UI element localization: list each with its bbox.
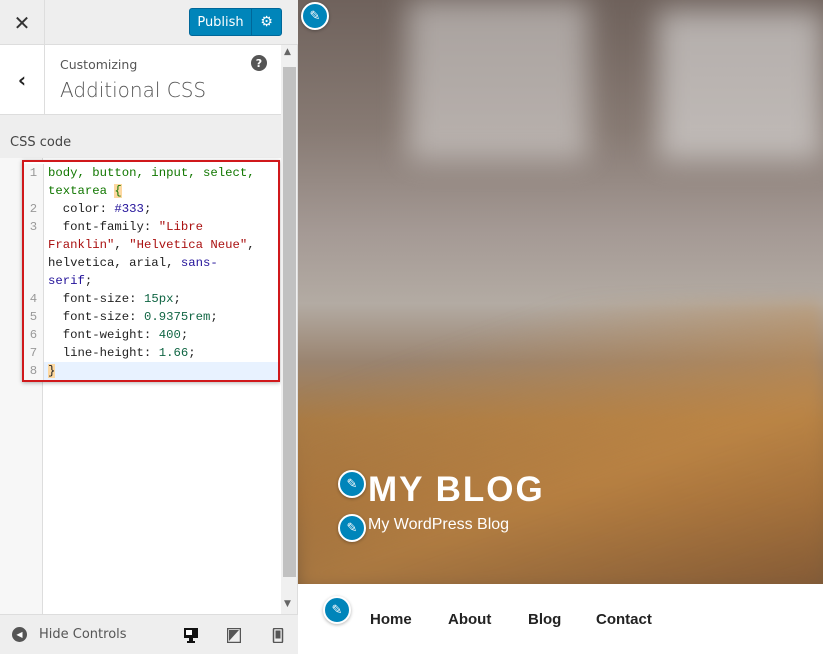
css-code-label: CSS code — [10, 135, 72, 150]
code-line-current: 8} — [24, 362, 278, 380]
chevron-left-icon: ‹ — [17, 68, 27, 92]
publish-group: Publish ⚙ — [189, 8, 282, 36]
line-number — [24, 182, 44, 200]
site-navigation: ✎ Home About Blog Contact — [298, 584, 823, 654]
edit-tagline-pencil-icon[interactable]: ✎ — [338, 514, 366, 542]
background-window-glow — [408, 0, 588, 160]
back-button[interactable]: ‹ — [0, 45, 45, 115]
nav-home[interactable]: Home — [370, 611, 412, 628]
customizer-footer: ◀ Hide Controls — [0, 614, 298, 654]
line-text: } — [48, 364, 56, 378]
scroll-down-icon[interactable]: ▼ — [284, 599, 291, 609]
nav-about[interactable]: About — [448, 611, 491, 628]
nav-contact[interactable]: Contact — [596, 611, 652, 628]
customizer-sidebar: ✕ Publish ⚙ ‹ Customizing Additional CSS… — [0, 0, 298, 654]
close-icon: ✕ — [13, 10, 31, 35]
line-text: font-weight: 400; — [48, 328, 189, 342]
line-number: 5 — [24, 308, 44, 326]
line-number — [24, 272, 44, 290]
line-number: 8 — [24, 362, 44, 380]
line-number: 1 — [24, 164, 44, 182]
code-line: 2 color: #333; — [24, 200, 278, 218]
line-text: textarea { — [48, 184, 122, 198]
desktop-preview-icon[interactable] — [184, 628, 198, 643]
publish-button[interactable]: Publish — [190, 9, 252, 35]
css-editor[interactable]: 1 body, button, input, select, textarea {… — [0, 158, 281, 614]
code-line: 7 line-height: 1.66; — [24, 344, 278, 362]
line-text: line-height: 1.66; — [48, 346, 196, 360]
edit-menu-pencil-icon[interactable]: ✎ — [323, 596, 351, 624]
line-number: 4 — [24, 290, 44, 308]
edit-shortcut-pencil-icon[interactable]: ✎ — [301, 2, 329, 30]
code-line: 1 body, button, input, select, — [24, 164, 278, 182]
close-button[interactable]: ✕ — [0, 0, 45, 45]
tablet-preview-icon[interactable] — [227, 628, 241, 643]
line-number: 2 — [24, 200, 44, 218]
code-line: 6 font-weight: 400; — [24, 326, 278, 344]
code-line: 4 font-size: 15px; — [24, 290, 278, 308]
scroll-up-icon[interactable]: ▲ — [284, 47, 291, 57]
sidebar-scrollbar[interactable]: ▲ ▼ — [281, 45, 297, 614]
line-number: 6 — [24, 326, 44, 344]
brace: { — [114, 184, 122, 198]
scrollbar-thumb[interactable] — [283, 67, 296, 577]
line-text: font-size: 0.9375rem; — [48, 310, 218, 324]
customizer-header: ✕ Publish ⚙ — [0, 0, 298, 45]
site-preview-header: ✎ ✎ MY BLOG ✎ My WordPress Blog — [298, 0, 823, 584]
site-title[interactable]: MY BLOG — [368, 470, 545, 510]
site-tagline: My WordPress Blog — [368, 516, 510, 533]
line-text: body, button, input, select, — [48, 166, 255, 180]
breadcrumb: Customizing — [60, 57, 138, 72]
mobile-preview-icon[interactable] — [271, 628, 285, 643]
section-title: Additional CSS — [60, 78, 207, 102]
line-number: 7 — [24, 344, 44, 362]
gear-icon: ⚙ — [260, 14, 273, 30]
line-number: 3 — [24, 218, 44, 236]
nav-blog[interactable]: Blog — [528, 611, 561, 628]
code-area[interactable]: 1 body, button, input, select, textarea {… — [22, 160, 280, 382]
code-line: 3 font-family: "Libre — [24, 218, 278, 236]
line-text: Franklin", "Helvetica Neue", — [48, 238, 255, 252]
code-line: 5 font-size: 0.9375rem; — [24, 308, 278, 326]
code-line: textarea { — [24, 182, 278, 200]
line-text: helvetica, arial, sans- — [48, 256, 218, 270]
line-text: font-size: 15px; — [48, 292, 181, 306]
background-table — [298, 300, 823, 584]
section-header: ‹ Customizing Additional CSS ? — [0, 45, 281, 115]
line-text: serif; — [48, 274, 93, 288]
background-window-glow — [658, 10, 823, 160]
publish-settings-button[interactable]: ⚙ — [252, 9, 281, 35]
arrow-left-icon: ◀ — [12, 627, 27, 642]
code-line: helvetica, arial, sans- — [24, 254, 278, 272]
hide-controls-label: Hide Controls — [39, 627, 127, 642]
line-text: font-family: "Libre — [48, 220, 203, 234]
line-number — [24, 254, 44, 272]
line-number — [24, 236, 44, 254]
hide-controls-button[interactable]: ◀ Hide Controls — [12, 627, 127, 642]
edit-title-pencil-icon[interactable]: ✎ — [338, 470, 366, 498]
code-line: Franklin", "Helvetica Neue", — [24, 236, 278, 254]
code-line: serif; — [24, 272, 278, 290]
help-icon[interactable]: ? — [251, 55, 267, 71]
line-text: color: #333; — [48, 202, 152, 216]
